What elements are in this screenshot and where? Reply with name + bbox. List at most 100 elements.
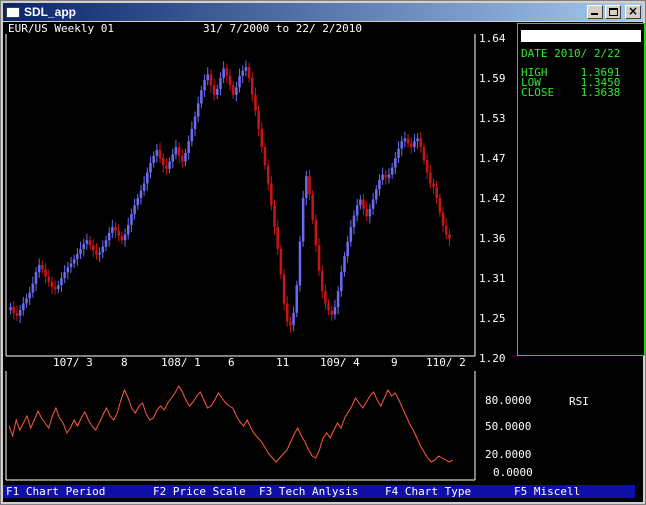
price-tick-label: 1.59 xyxy=(479,72,506,85)
candle-body xyxy=(9,307,12,310)
candle-body xyxy=(295,285,299,313)
fkey-tech-analysis[interactable]: F3 Tech Anlysis xyxy=(259,485,358,498)
date-tick-label: 11 xyxy=(276,356,289,369)
candle-body xyxy=(37,264,41,273)
candle-body xyxy=(114,227,117,231)
candle-body xyxy=(301,198,305,242)
candle-body xyxy=(384,174,388,178)
fkey-chart-period[interactable]: F1 Chart Period xyxy=(6,485,105,498)
candle-body xyxy=(130,214,133,225)
candle-body xyxy=(343,256,346,273)
price-axis-ticks: 1.64 1.59 1.53 1.47 1.42 1.36 1.31 1.25 … xyxy=(479,32,506,365)
candlestick-series xyxy=(9,60,451,333)
candle-body xyxy=(126,224,130,235)
candle-body xyxy=(375,189,378,200)
price-tick-label: 1.64 xyxy=(479,32,506,45)
candle-body xyxy=(209,74,213,86)
title-bar[interactable]: SDL_app × xyxy=(3,3,643,21)
candle-body xyxy=(120,235,124,241)
candle-body xyxy=(31,283,35,293)
candle-body xyxy=(282,274,286,304)
candle-body xyxy=(206,74,210,81)
rsi-tick-label: 20.0000 xyxy=(485,448,531,461)
date-tick-label: 110/ 2 xyxy=(426,356,466,369)
candle-body xyxy=(107,232,111,241)
app-icon xyxy=(6,6,20,18)
candle-body xyxy=(349,227,353,242)
candle-body xyxy=(15,312,19,316)
candle-body xyxy=(435,187,438,198)
candle-body xyxy=(390,167,394,175)
candle-body xyxy=(111,227,114,233)
candle-body xyxy=(168,161,171,169)
window-title: SDL_app xyxy=(24,5,77,19)
fkey-miscellaneous[interactable]: F5 Miscell xyxy=(514,485,580,498)
candle-body xyxy=(219,78,222,89)
candle-body xyxy=(285,303,289,322)
candle-body xyxy=(79,248,82,254)
price-tick-label: 1.25 xyxy=(479,312,506,325)
candle-body xyxy=(63,272,66,278)
candle-body xyxy=(279,248,283,275)
info-input-field[interactable] xyxy=(521,30,641,42)
candle-body xyxy=(238,75,241,88)
candle-body xyxy=(104,240,108,247)
candle-body xyxy=(235,87,238,95)
rsi-tick-label: 80.0000 xyxy=(485,394,531,407)
rsi-tick-label: 50.0000 xyxy=(485,420,531,433)
candle-body xyxy=(155,150,159,156)
candle-body xyxy=(69,263,73,268)
price-tick-label: 1.31 xyxy=(479,272,506,285)
candle-body xyxy=(72,259,76,264)
candle-body xyxy=(95,250,98,255)
candle-body xyxy=(273,205,276,228)
candle-body xyxy=(308,176,311,195)
candle-body xyxy=(22,303,25,310)
price-tick-label: 1.47 xyxy=(479,152,506,165)
candle-body xyxy=(190,128,194,142)
candle-body xyxy=(422,147,426,161)
candle-body xyxy=(225,68,229,76)
candle-body xyxy=(60,278,63,286)
candle-body xyxy=(161,158,165,166)
info-date: DATE 2010/ 2/22 xyxy=(521,47,621,60)
maximize-button[interactable] xyxy=(605,5,621,19)
candle-body xyxy=(429,172,432,184)
candle-body xyxy=(355,205,359,216)
candle-body xyxy=(406,138,410,144)
candle-body xyxy=(448,234,451,239)
candle-body xyxy=(266,165,270,184)
candle-body xyxy=(196,103,200,117)
fkey-price-scale[interactable]: F2 Price Scale xyxy=(153,485,246,498)
candle-body xyxy=(425,160,429,173)
candle-body xyxy=(152,155,155,164)
candle-body xyxy=(142,183,146,191)
candle-body xyxy=(146,172,149,184)
candle-body xyxy=(247,67,251,78)
candle-body xyxy=(117,230,120,236)
candle-body xyxy=(352,215,356,228)
candle-body xyxy=(216,88,219,95)
candle-body xyxy=(184,152,187,162)
date-tick-label: 9 xyxy=(391,356,398,369)
candle-body xyxy=(174,147,178,155)
candle-body xyxy=(66,267,70,273)
close-icon: × xyxy=(627,4,639,18)
candle-body xyxy=(387,174,391,178)
candle-body xyxy=(416,138,419,142)
close-button[interactable]: × xyxy=(625,4,641,19)
minimize-button[interactable] xyxy=(587,5,603,19)
chart-symbol-label: EUR/US Weekly 01 xyxy=(8,22,114,35)
candle-body xyxy=(397,148,400,158)
candle-body xyxy=(171,154,175,162)
fkey-chart-type[interactable]: F4 Chart Type xyxy=(385,485,471,498)
window-controls: × xyxy=(587,4,641,19)
candle-body xyxy=(25,298,28,304)
candle-body xyxy=(371,199,375,209)
candle-body xyxy=(311,194,314,220)
candle-body xyxy=(12,307,16,313)
candle-body xyxy=(101,246,105,253)
candle-body xyxy=(336,291,340,308)
price-tick-label: 1.53 xyxy=(479,112,506,125)
candle-body xyxy=(381,174,384,180)
